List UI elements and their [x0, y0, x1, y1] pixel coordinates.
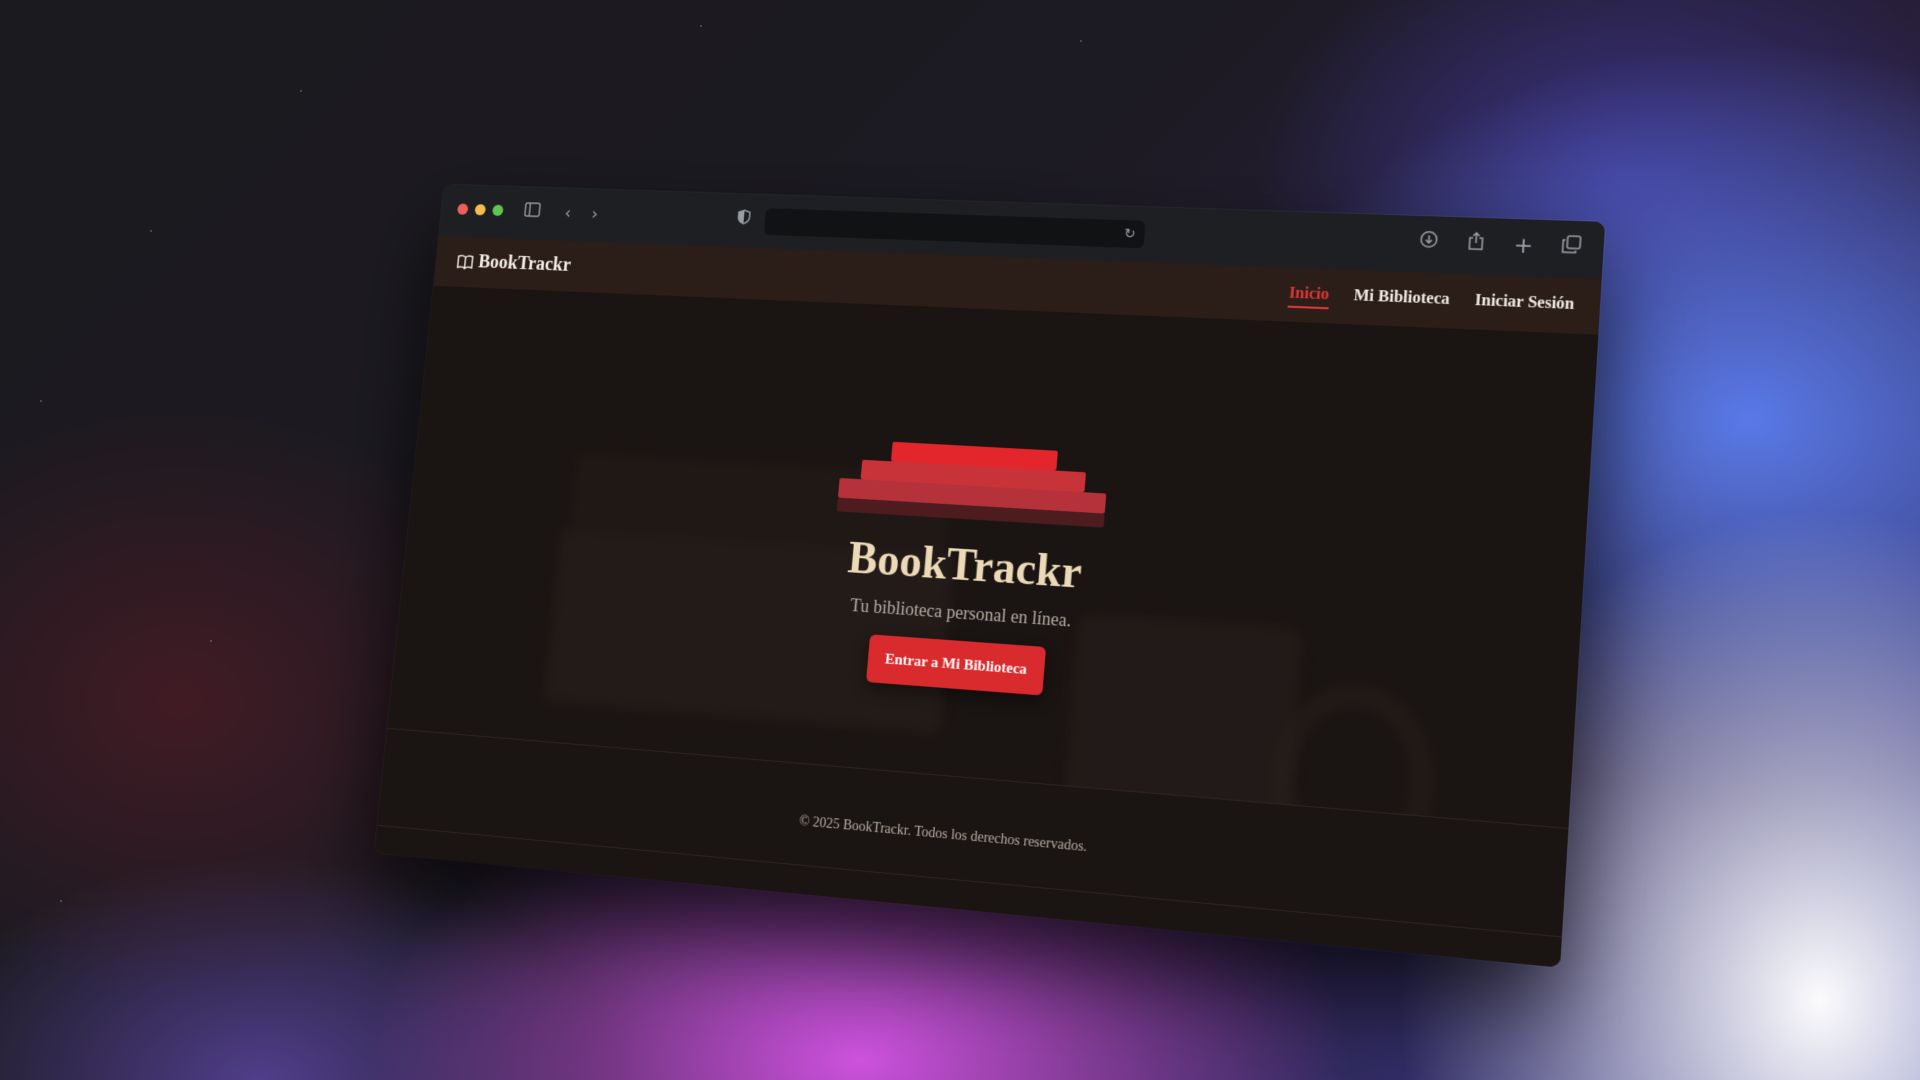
back-icon[interactable]: ‹ [553, 199, 583, 228]
brand-logo[interactable]: BookTrackr [456, 248, 572, 279]
browser-window: ‹ › ↻ + BookTrackr Inicio Mi Biblioteca … [374, 184, 1606, 968]
tabs-overview-icon[interactable] [1554, 233, 1588, 265]
nav-link-iniciar-sesion[interactable]: Iniciar Sesión [1474, 289, 1575, 319]
shield-icon [729, 205, 759, 234]
download-icon[interactable] [1412, 228, 1445, 259]
sidebar-icon[interactable] [518, 198, 547, 227]
forward-icon[interactable]: › [580, 200, 610, 229]
nav-links: Inicio Mi Biblioteca Iniciar Sesión [1287, 281, 1575, 320]
zoom-icon[interactable] [491, 204, 504, 217]
address-bar[interactable]: ↻ [763, 208, 1146, 249]
book-open-icon [457, 254, 474, 269]
stacked-books-icon [832, 439, 1111, 534]
nav-link-mi-biblioteca[interactable]: Mi Biblioteca [1353, 284, 1451, 314]
close-icon[interactable] [456, 203, 469, 215]
nav-link-inicio[interactable]: Inicio [1287, 281, 1330, 310]
brand-name: BookTrackr [477, 251, 572, 276]
minimize-icon[interactable] [474, 204, 487, 216]
reload-icon[interactable]: ↻ [1114, 219, 1146, 249]
desktop-background: ‹ › ↻ + BookTrackr Inicio Mi Biblioteca … [0, 0, 1920, 1080]
share-icon[interactable] [1459, 229, 1493, 260]
new-tab-icon[interactable]: + [1507, 231, 1541, 263]
